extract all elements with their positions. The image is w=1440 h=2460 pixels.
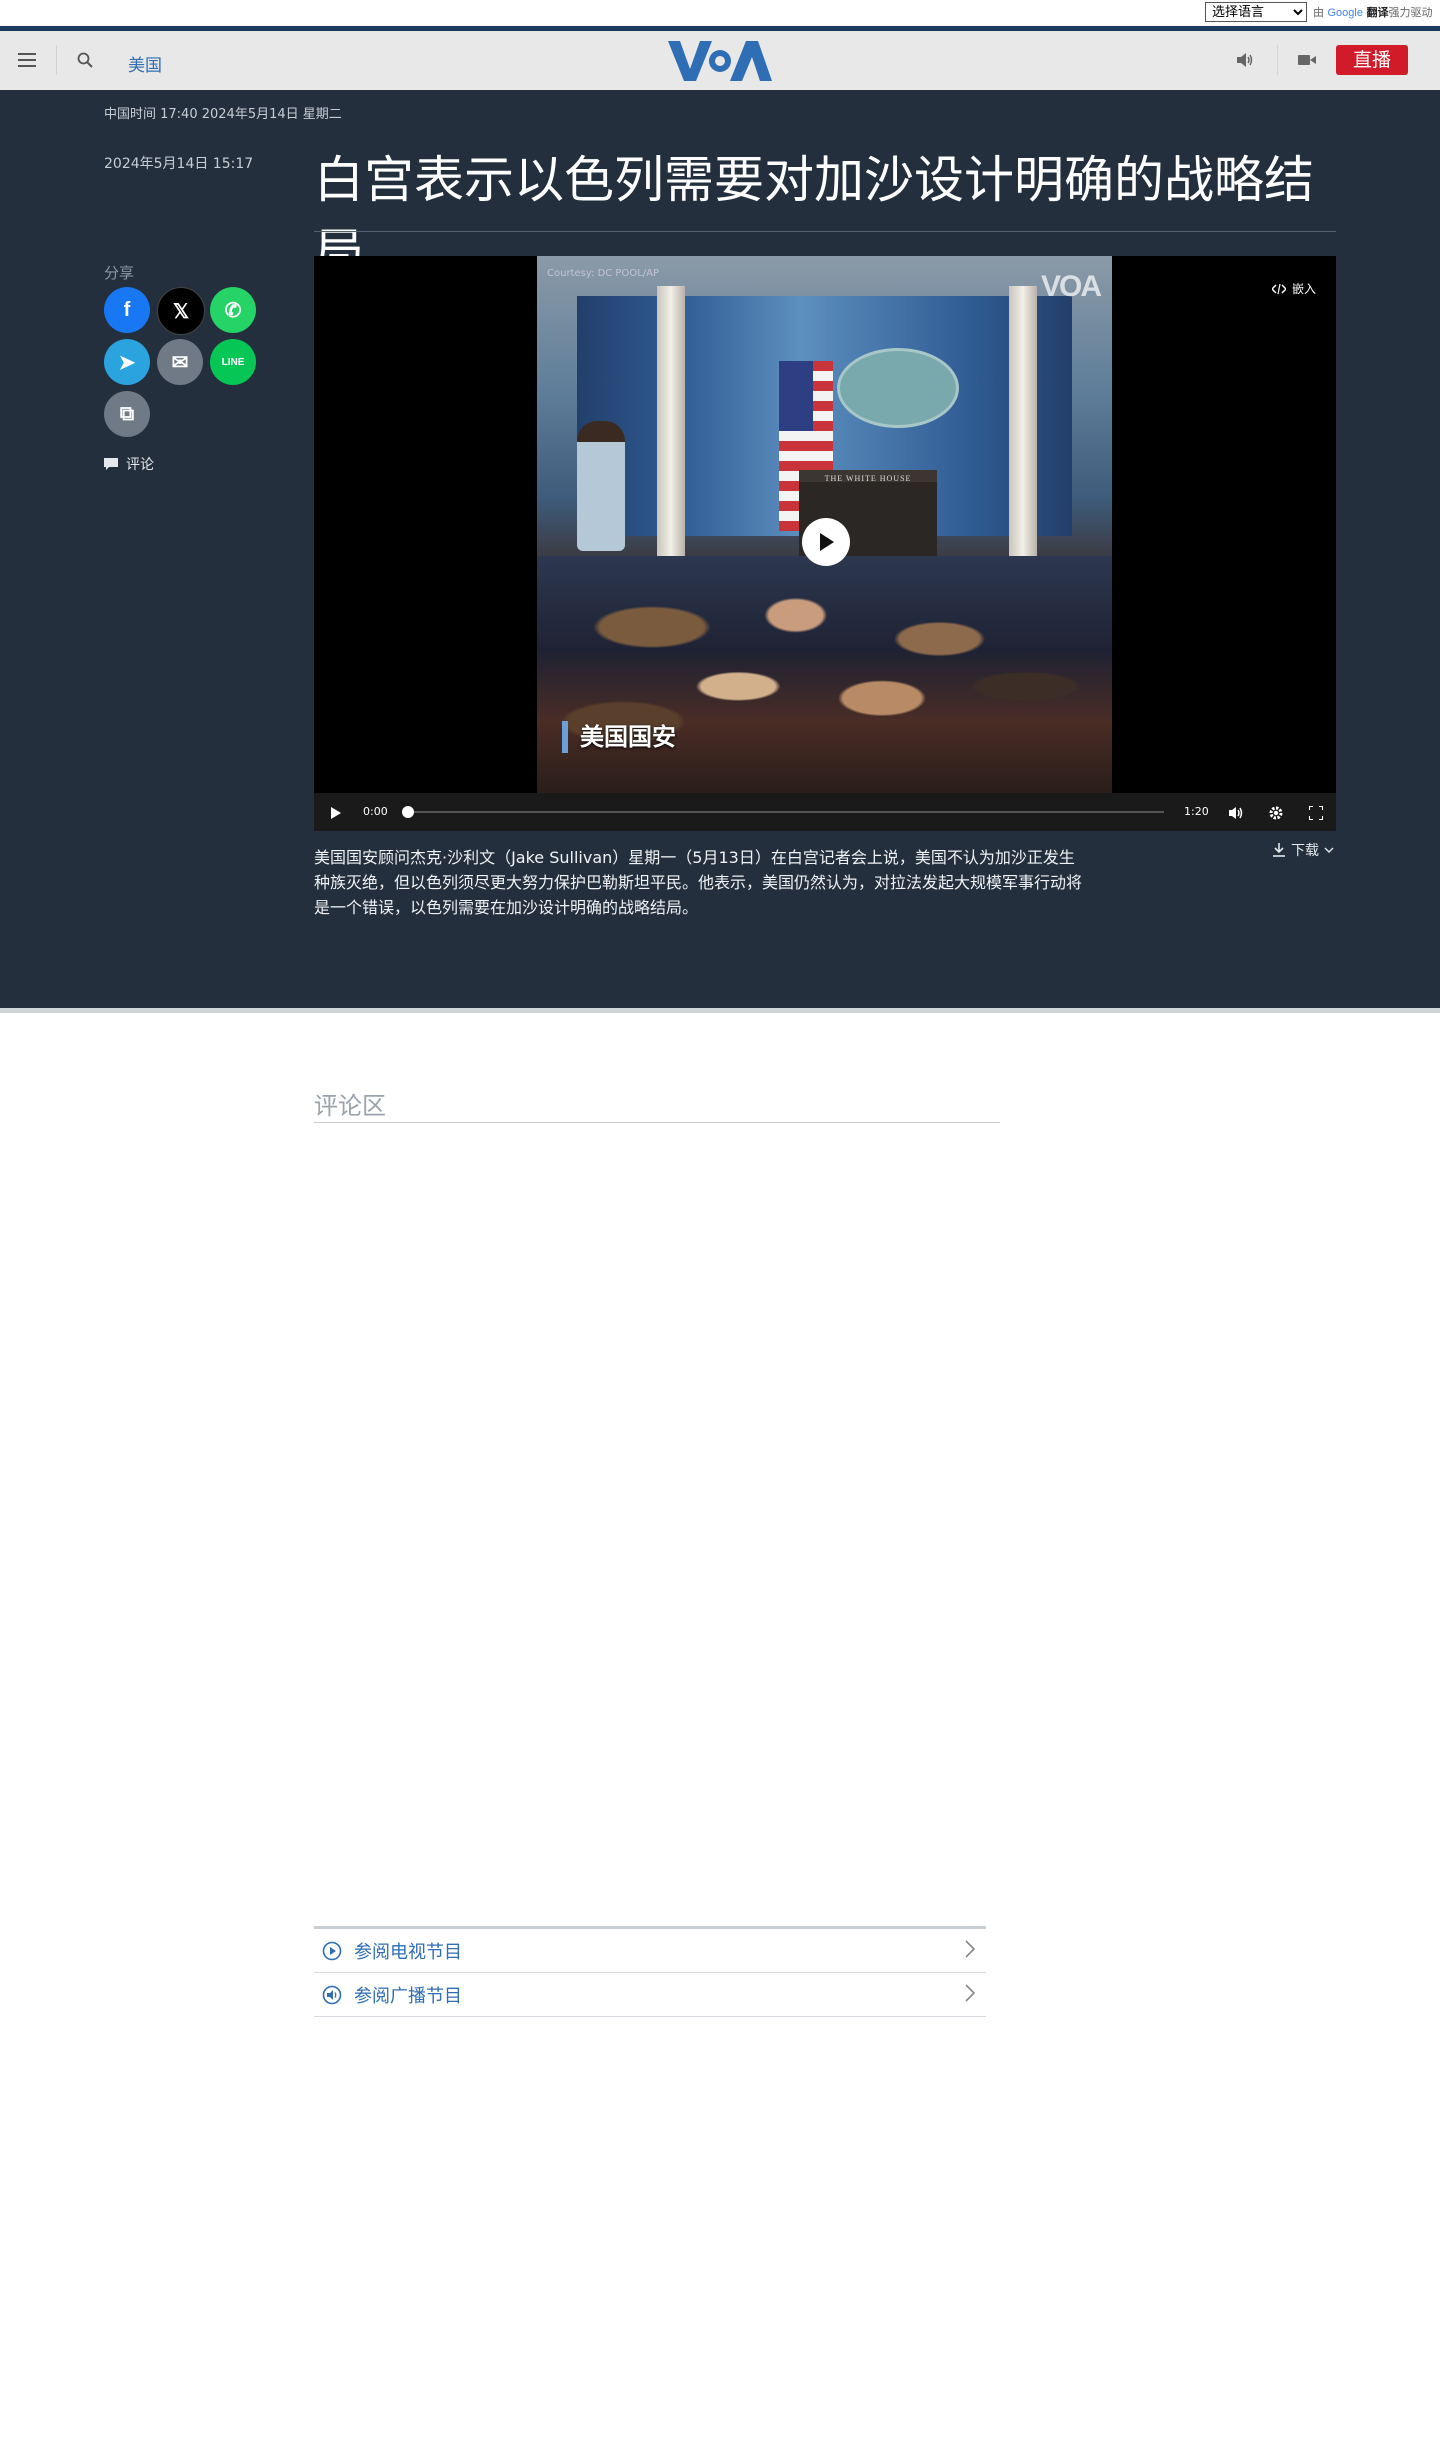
video-player[interactable]: THE WHITE HOUSE Courtesy: DC POOL/AP VOA… bbox=[314, 256, 1336, 831]
video-credit: Courtesy: DC POOL/AP bbox=[547, 268, 660, 279]
embed-button[interactable]: 嵌入 bbox=[1271, 280, 1316, 297]
email-icon: ✉ bbox=[171, 351, 189, 374]
big-play-button[interactable] bbox=[802, 518, 850, 566]
audio-icon[interactable] bbox=[1234, 49, 1256, 71]
voa-watermark: VOA bbox=[1040, 270, 1102, 303]
white-house-seal bbox=[837, 348, 959, 428]
facebook-icon: f bbox=[123, 298, 131, 321]
column bbox=[1009, 286, 1037, 576]
program-links: 参阅电视节目 参阅广播节目 bbox=[314, 1926, 986, 2017]
google-translate-credit: 由 Google 翻译强力驱动 bbox=[1313, 6, 1433, 19]
download-icon bbox=[1273, 843, 1285, 857]
section-link-us[interactable]: 美国 bbox=[128, 51, 162, 76]
video-description: 美国国安顾问杰克·沙利文（Jake Sullivan）星期一（5月13日）在白宫… bbox=[314, 848, 1083, 917]
program-link-label: 参阅广播节目 bbox=[354, 1985, 462, 2007]
share-whatsapp-button[interactable]: ✆ bbox=[210, 287, 256, 333]
search-icon[interactable] bbox=[74, 49, 96, 71]
speaker-figure bbox=[577, 421, 625, 551]
language-select[interactable]: 选择语言 bbox=[1205, 2, 1307, 22]
video-controls: 0:00 1:20 bbox=[314, 793, 1336, 831]
x-icon: 𝕏 bbox=[172, 300, 190, 323]
google-logo: Google bbox=[1327, 7, 1363, 19]
column bbox=[657, 286, 685, 576]
share-telegram-button[interactable]: ➤ bbox=[104, 339, 150, 385]
published-date: 2024年5月14日 15:17 bbox=[104, 156, 254, 172]
play-icon bbox=[820, 533, 834, 551]
divider bbox=[56, 45, 57, 75]
site-header: 美国 直播 bbox=[0, 26, 1440, 90]
fullscreen-icon[interactable] bbox=[1306, 803, 1326, 823]
chevron-right-icon bbox=[965, 1940, 976, 1958]
video-caption: 美国国安 bbox=[562, 721, 676, 753]
whatsapp-icon: ✆ bbox=[224, 299, 242, 322]
speaker-circle-icon bbox=[322, 1985, 342, 2005]
download-button[interactable]: 下载 bbox=[1272, 840, 1334, 860]
progress-track[interactable] bbox=[406, 811, 1164, 813]
live-button[interactable]: 直播 bbox=[1336, 45, 1408, 75]
copy-link-icon: ⧉ bbox=[119, 402, 135, 425]
program-link-label: 参阅电视节目 bbox=[354, 1941, 462, 1963]
share-x-button[interactable]: 𝕏 bbox=[157, 287, 205, 335]
code-icon bbox=[1271, 283, 1286, 294]
share-email-button[interactable]: ✉ bbox=[157, 339, 203, 385]
program-link-radio[interactable]: 参阅广播节目 bbox=[314, 1973, 986, 2017]
settings-gear-icon[interactable] bbox=[1266, 803, 1286, 823]
comments-heading: 评论区 bbox=[314, 1092, 386, 1120]
current-time: 0:00 bbox=[363, 805, 388, 818]
share-facebook-button[interactable]: f bbox=[104, 287, 150, 333]
divider bbox=[314, 1122, 1000, 1123]
comment-link[interactable]: 评论 bbox=[104, 454, 154, 474]
translate-bar: 选择语言 由 Google 翻译强力驱动 bbox=[0, 0, 1440, 27]
share-copy-link-button[interactable]: ⧉ bbox=[104, 391, 150, 437]
divider bbox=[1277, 45, 1278, 75]
line-icon: LINE bbox=[221, 356, 245, 368]
divider bbox=[0, 1008, 1440, 1013]
share-line-button[interactable]: LINE bbox=[210, 339, 256, 385]
share-label: 分享 bbox=[104, 264, 135, 282]
menu-icon[interactable] bbox=[16, 49, 38, 71]
video-camera-icon[interactable] bbox=[1296, 49, 1318, 71]
press-crowd bbox=[537, 556, 1112, 793]
local-time: 中国时间 17:40 2024年5月14日 星期二 bbox=[104, 107, 342, 122]
comment-label: 评论 bbox=[126, 457, 154, 473]
play-icon[interactable] bbox=[326, 803, 346, 823]
play-circle-icon bbox=[322, 1941, 342, 1961]
progress-handle[interactable] bbox=[402, 806, 414, 818]
chevron-right-icon bbox=[965, 1984, 976, 2002]
program-link-tv[interactable]: 参阅电视节目 bbox=[314, 1929, 986, 1973]
divider bbox=[314, 231, 1336, 232]
telegram-icon: ➤ bbox=[118, 351, 136, 374]
duration: 1:20 bbox=[1184, 805, 1209, 818]
voa-logo[interactable] bbox=[668, 39, 772, 83]
chevron-down-icon bbox=[1324, 847, 1334, 853]
comment-icon bbox=[104, 457, 118, 470]
volume-icon[interactable] bbox=[1226, 803, 1246, 823]
